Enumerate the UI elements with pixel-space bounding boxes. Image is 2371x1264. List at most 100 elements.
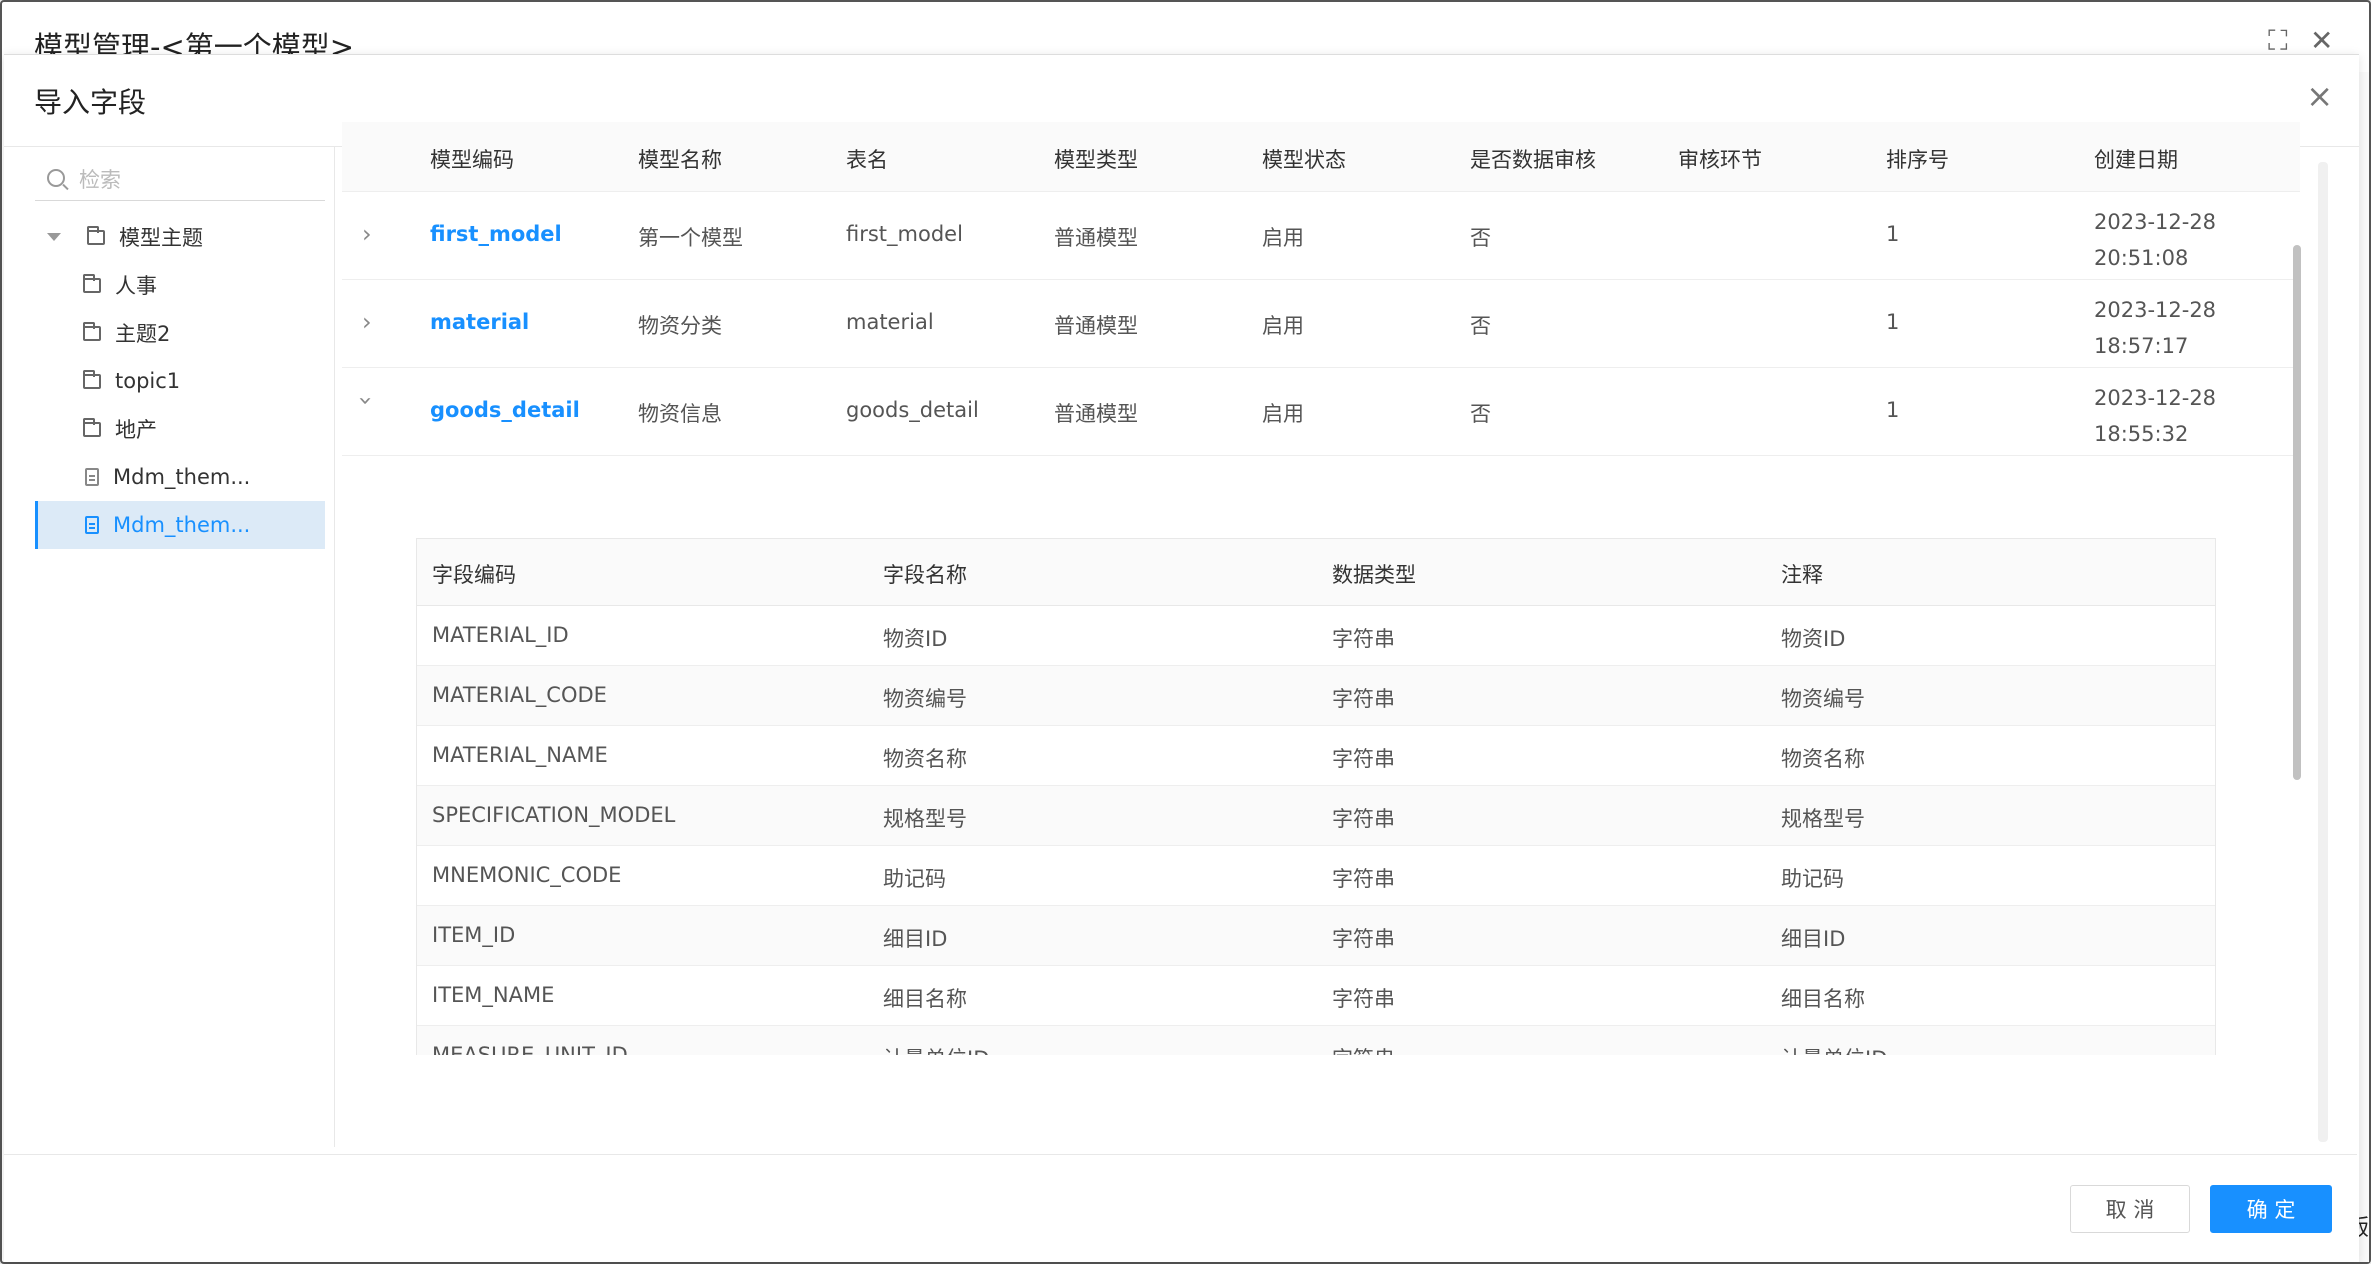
field-comment: 计量单位ID bbox=[1781, 1043, 1887, 1055]
order-number: 1 bbox=[1886, 222, 1900, 246]
field-comment: 细目ID bbox=[1781, 927, 1846, 951]
field-type: 字符串 bbox=[1332, 687, 1395, 711]
tree-item-3[interactable]: 地产 bbox=[35, 405, 325, 453]
table-scrollbar-thumb[interactable] bbox=[2293, 245, 2301, 780]
chevron-down-icon[interactable]: › bbox=[352, 396, 380, 416]
field-row[interactable]: ITEM_NAME 细目名称 字符串 细目名称 bbox=[417, 966, 2215, 1026]
tree-item-0[interactable]: 人事 bbox=[35, 261, 325, 309]
field-type: 字符串 bbox=[1332, 627, 1395, 651]
model-status: 启用 bbox=[1262, 402, 1304, 426]
tree-search-input[interactable] bbox=[79, 165, 309, 195]
tree-item-label: 地产 bbox=[115, 418, 157, 442]
header-field-code: 字段编码 bbox=[432, 563, 516, 587]
tree-item-label: 人事 bbox=[115, 274, 157, 298]
table-name: material bbox=[846, 310, 934, 334]
dialog-close-icon[interactable]: × bbox=[2306, 77, 2333, 115]
header-field-name: 字段名称 bbox=[883, 563, 967, 587]
theme-tree: 模型主题 人事 主题2 topic1 地产 Mdm_them... bbox=[4, 147, 335, 1147]
field-comment: 物资ID bbox=[1781, 627, 1846, 651]
table-row[interactable]: › material 物资分类 material 普通模型 启用 否 1 202… bbox=[342, 280, 2300, 368]
folder-icon bbox=[83, 321, 101, 341]
header-order: 排序号 bbox=[1886, 148, 1949, 172]
tree-search[interactable] bbox=[35, 161, 325, 201]
field-type: 字符串 bbox=[1332, 747, 1395, 771]
caret-down-icon[interactable] bbox=[47, 233, 61, 241]
outer-close-icon[interactable]: ✕ bbox=[2310, 24, 2333, 57]
created-date: 2023-12-28 20:51:08 bbox=[2094, 210, 2217, 270]
header-data-audit: 是否数据审核 bbox=[1470, 148, 1596, 172]
table-row-expanded[interactable]: › goods_detail 物资信息 goods_detail 普通模型 启用… bbox=[342, 368, 2300, 456]
field-row[interactable]: MATERIAL_NAME 物资名称 字符串 物资名称 bbox=[417, 726, 2215, 786]
header-model-type: 模型类型 bbox=[1054, 148, 1138, 172]
order-number: 1 bbox=[1886, 310, 1900, 334]
dialog-footer: 取 消 确 定 bbox=[4, 1154, 2357, 1262]
tree-item-4[interactable]: Mdm_them... bbox=[35, 453, 325, 501]
field-comment: 物资名称 bbox=[1781, 747, 1865, 771]
field-code: MATERIAL_ID bbox=[432, 623, 569, 647]
order-number: 1 bbox=[1886, 398, 1900, 422]
data-audit: 否 bbox=[1470, 226, 1491, 250]
field-name: 物资编号 bbox=[883, 687, 967, 711]
field-row[interactable]: MNEMONIC_CODE 助记码 字符串 助记码 bbox=[417, 846, 2215, 906]
folder-icon bbox=[83, 273, 101, 293]
tree-item-1[interactable]: 主题2 bbox=[35, 309, 325, 357]
field-name: 助记码 bbox=[883, 867, 946, 891]
search-icon bbox=[47, 169, 65, 187]
outer-modal: 模型管理-<第一个模型> ⛶ ✕ 版 导入字段 × 模型主题 人事 bbox=[0, 0, 2371, 1264]
data-audit: 否 bbox=[1470, 402, 1491, 426]
field-code: SPECIFICATION_MODEL bbox=[432, 803, 676, 827]
table-row[interactable]: › first_model 第一个模型 first_model 普通模型 启用 … bbox=[342, 192, 2300, 280]
fullscreen-icon[interactable]: ⛶ bbox=[2268, 24, 2288, 58]
cancel-button[interactable]: 取 消 bbox=[2070, 1185, 2190, 1233]
model-code-link[interactable]: material bbox=[430, 310, 529, 334]
model-name: 物资分类 bbox=[638, 314, 722, 338]
field-type: 字符串 bbox=[1332, 867, 1395, 891]
tree-item-2[interactable]: topic1 bbox=[35, 357, 325, 405]
field-name: 细目名称 bbox=[883, 987, 967, 1011]
table-name: goods_detail bbox=[846, 398, 979, 422]
data-audit: 否 bbox=[1470, 314, 1491, 338]
field-code: MATERIAL_NAME bbox=[432, 743, 608, 767]
field-type: 字符串 bbox=[1332, 807, 1395, 831]
tree-item-5-selected[interactable]: Mdm_them... bbox=[35, 501, 325, 549]
created-date: 2023-12-28 18:55:32 bbox=[2094, 386, 2217, 446]
field-comment: 细目名称 bbox=[1781, 987, 1865, 1011]
header-created-date: 创建日期 bbox=[2094, 148, 2178, 172]
model-table: 模型编码 模型名称 表名 模型类型 模型状态 是否数据审核 审核环节 排序号 创… bbox=[342, 110, 2302, 1055]
tree-item-label: topic1 bbox=[115, 369, 181, 393]
header-model-name: 模型名称 bbox=[638, 148, 722, 172]
header-comment: 注释 bbox=[1781, 563, 1823, 587]
field-code: MATERIAL_CODE bbox=[432, 683, 607, 707]
field-code: ITEM_NAME bbox=[432, 983, 555, 1007]
folder-icon bbox=[83, 369, 101, 389]
field-name: 规格型号 bbox=[883, 807, 967, 831]
model-type: 普通模型 bbox=[1054, 314, 1138, 338]
field-row[interactable]: MATERIAL_ID 物资ID 字符串 物资ID bbox=[417, 606, 2215, 666]
field-row[interactable]: MEASURE_UNIT_ID 计量单位ID 字符串 计量单位ID bbox=[417, 1026, 2215, 1055]
main-scrollbar[interactable] bbox=[2318, 162, 2328, 1142]
tree-item-label: Mdm_them... bbox=[113, 513, 251, 537]
field-row[interactable]: SPECIFICATION_MODEL 规格型号 字符串 规格型号 bbox=[417, 786, 2215, 846]
model-table-header: 模型编码 模型名称 表名 模型类型 模型状态 是否数据审核 审核环节 排序号 创… bbox=[342, 122, 2300, 192]
field-type: 字符串 bbox=[1332, 987, 1395, 1011]
field-comment: 规格型号 bbox=[1781, 807, 1865, 831]
field-name: 物资名称 bbox=[883, 747, 967, 771]
dialog-title: 导入字段 bbox=[34, 86, 147, 119]
file-icon bbox=[85, 468, 99, 486]
field-code: MEASURE_UNIT_ID bbox=[432, 1043, 628, 1055]
chevron-right-icon[interactable]: › bbox=[362, 308, 382, 336]
field-row[interactable]: ITEM_ID 细目ID 字符串 细目ID bbox=[417, 906, 2215, 966]
model-status: 启用 bbox=[1262, 314, 1304, 338]
model-code-link[interactable]: goods_detail bbox=[430, 398, 580, 422]
header-data-type: 数据类型 bbox=[1332, 563, 1416, 587]
table-name: first_model bbox=[846, 222, 963, 246]
model-type: 普通模型 bbox=[1054, 402, 1138, 426]
field-name: 细目ID bbox=[883, 927, 948, 951]
chevron-right-icon[interactable]: › bbox=[362, 220, 382, 248]
field-name: 物资ID bbox=[883, 627, 948, 651]
model-status: 启用 bbox=[1262, 226, 1304, 250]
model-code-link[interactable]: first_model bbox=[430, 222, 562, 246]
tree-root[interactable]: 模型主题 bbox=[47, 213, 325, 261]
field-row[interactable]: MATERIAL_CODE 物资编号 字符串 物资编号 bbox=[417, 666, 2215, 726]
confirm-button[interactable]: 确 定 bbox=[2210, 1185, 2332, 1233]
